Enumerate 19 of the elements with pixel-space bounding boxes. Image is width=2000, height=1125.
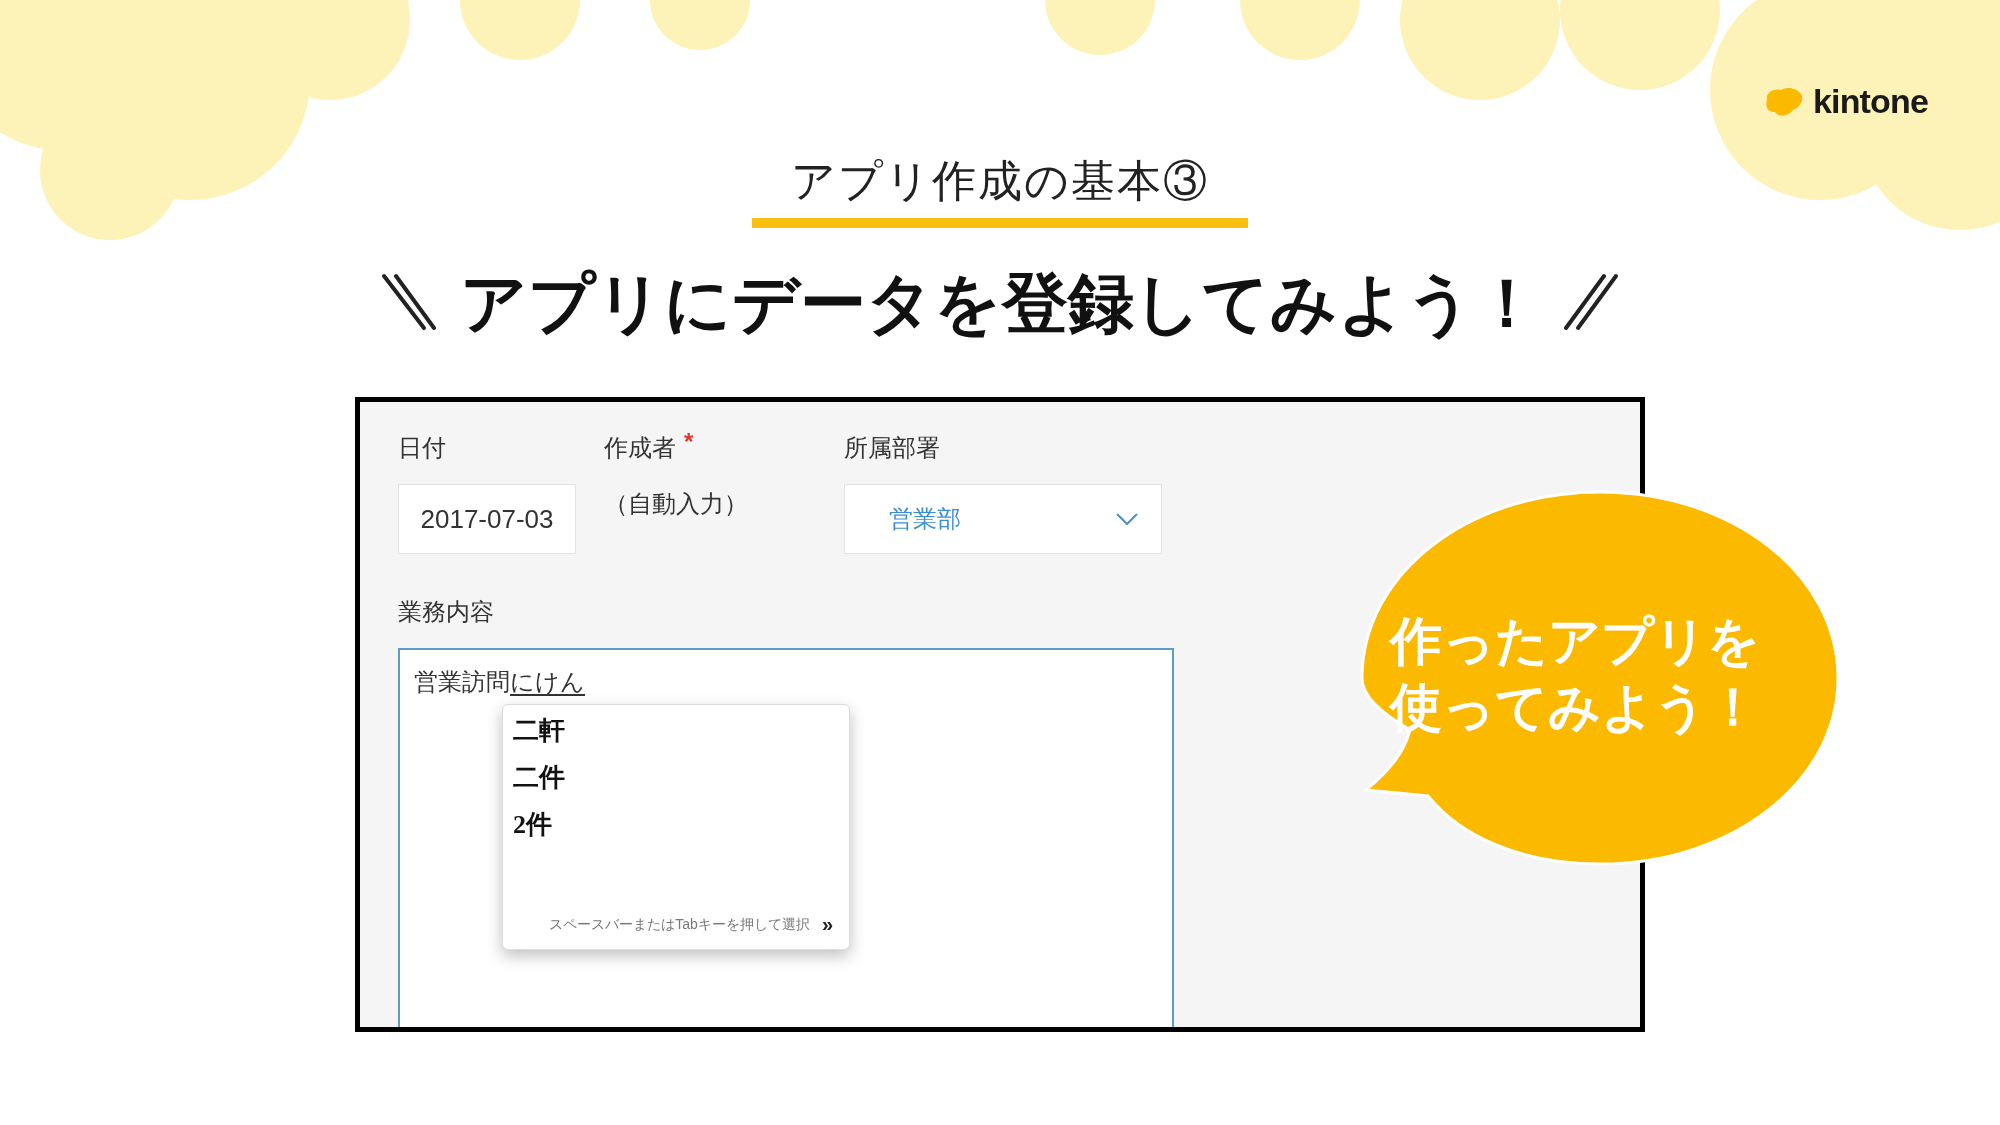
- field-label: 所属部署: [844, 433, 940, 463]
- date-field[interactable]: 2017-07-03: [398, 484, 576, 554]
- auto-value: （自動入力）: [604, 489, 748, 519]
- slide-subtitle: アプリ作成の基本③: [752, 148, 1248, 228]
- field-label: 業務内容: [398, 597, 494, 627]
- slide-headline: アプリにデータを登録してみよう！: [460, 265, 1540, 342]
- candidate-item[interactable]: 2件: [513, 805, 552, 844]
- field-label: 作成者: [604, 433, 676, 463]
- field-label: 日付: [398, 433, 446, 463]
- logo-text: kintone: [1813, 81, 1928, 122]
- required-mark: *: [684, 430, 694, 454]
- popup-hint: スペースバーまたはTabキーを押して選択: [549, 914, 810, 934]
- bubble-text: 作ったアプリを 使ってみよう！: [1390, 611, 1761, 738]
- candidate-item[interactable]: 二件: [513, 758, 565, 797]
- input-text: 営業訪問にけん: [414, 668, 585, 695]
- next-arrow[interactable]: »: [821, 909, 833, 939]
- chevron-down-icon: [1115, 512, 1139, 526]
- text-area[interactable]: 営業訪問にけん 二軒 二件 2件 スペースバーまたはTabキーを押して選択 »: [398, 648, 1174, 1027]
- candidate-item[interactable]: 二軒: [513, 711, 565, 750]
